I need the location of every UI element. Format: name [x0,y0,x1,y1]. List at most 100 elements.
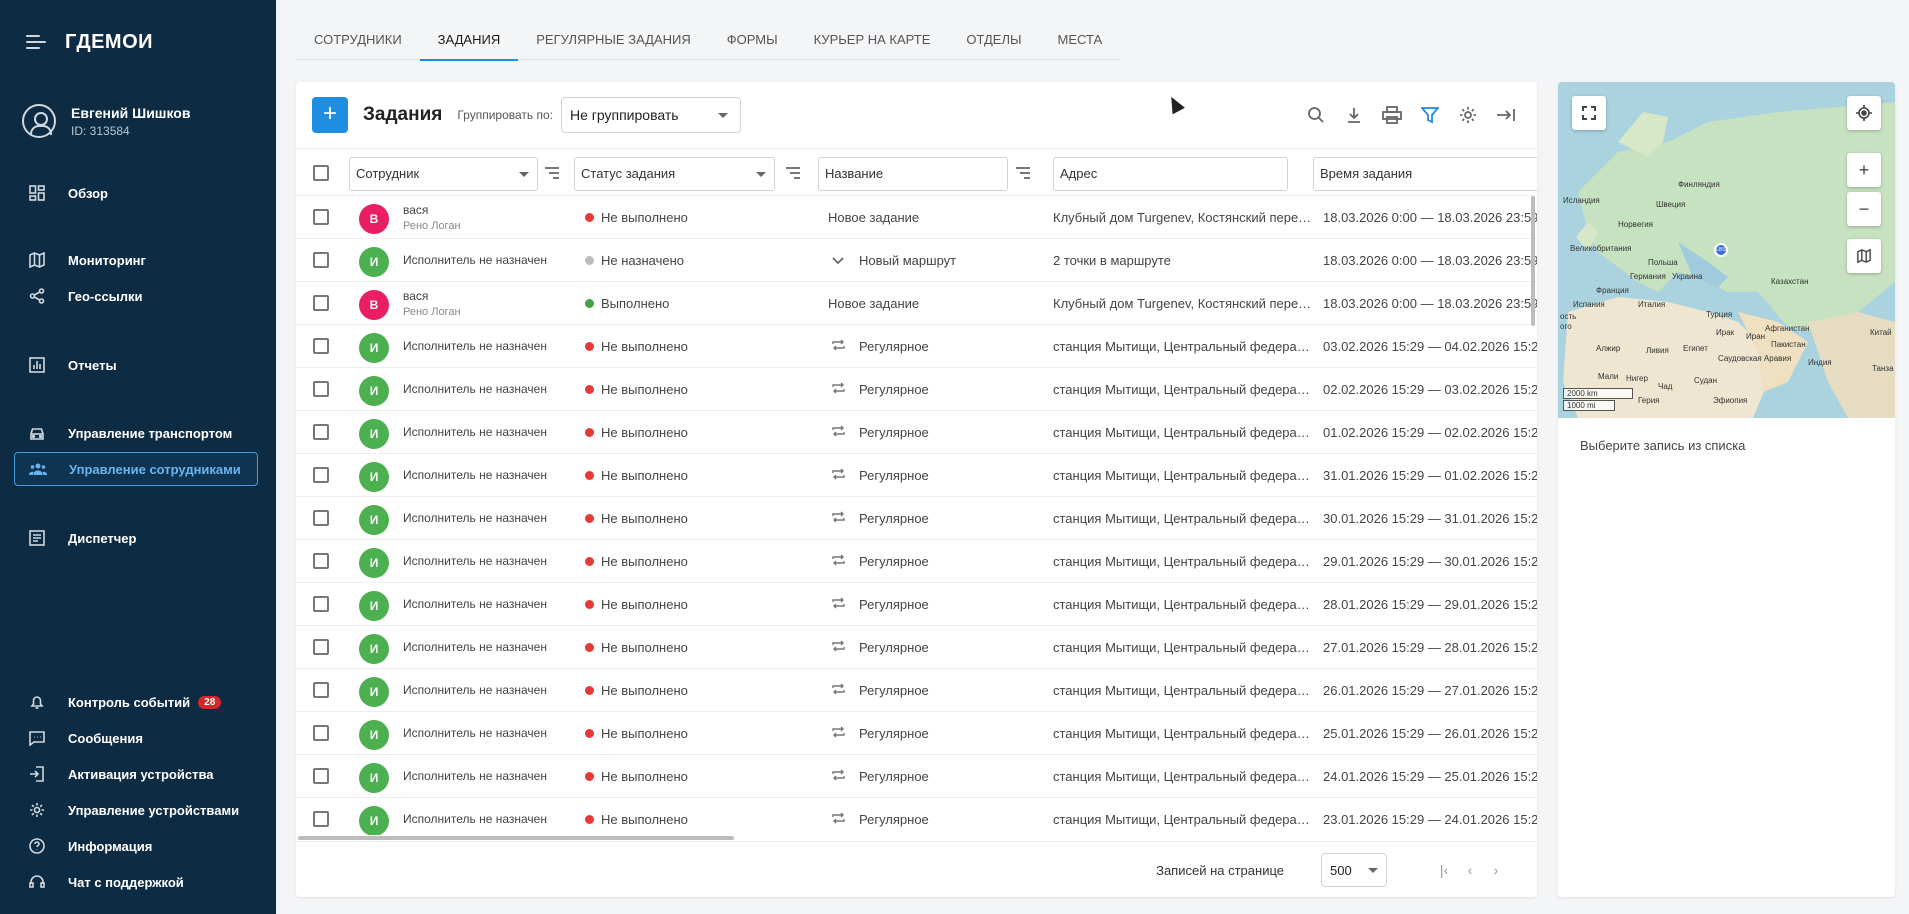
map-layers-icon[interactable] [1847,239,1881,273]
table-row[interactable]: И Исполнитель не назначен Не выполнено Регу… [296,454,1537,497]
zoom-in-icon[interactable]: + [1847,153,1881,187]
table-row[interactable]: И Исполнитель не назначен Не выполнено Регу… [296,540,1537,583]
tab-courier-map[interactable]: Курьер на карте [796,20,949,60]
group-by-select[interactable]: Не группировать [561,97,741,133]
row-checkbox[interactable] [313,639,329,655]
car-icon [28,424,46,442]
tab-forms[interactable]: Формы [709,20,796,60]
sidebar-item-events[interactable]: Контроль событий 28 [14,685,258,719]
tab-regular-tasks[interactable]: Регулярные задания [518,20,709,60]
add-task-button[interactable]: + [312,97,348,133]
user-profile[interactable]: Евгений Шишков ID: 313584 [0,89,276,153]
task-name: Регулярное [859,597,929,612]
row-checkbox[interactable] [313,381,329,397]
sidebar-item-info[interactable]: Информация [14,829,258,863]
table-row[interactable]: И Исполнитель не назначен Не выполнено Регу… [296,325,1537,368]
column-address-label: Адрес [1060,166,1098,181]
time-cell: 26.01.2026 15:29 — 27.01.2026 15:28 [1323,683,1537,698]
row-checkbox[interactable] [313,510,329,526]
row-checkbox[interactable] [313,596,329,612]
status-filter[interactable]: Статус задания [574,157,775,191]
table-row[interactable]: Ввася Рено Логан Не выполнено Новое задание… [296,196,1537,239]
table-row[interactable]: И Исполнитель не назначен Не выполнено Регу… [296,626,1537,669]
row-checkbox[interactable] [313,811,329,827]
sidebar-item-employees[interactable]: Управление сотрудниками [14,452,258,486]
sidebar-item-overview[interactable]: Обзор [14,176,258,210]
search-icon[interactable] [1305,104,1327,126]
row-checkbox[interactable] [313,252,329,268]
sort-icon[interactable] [1016,167,1030,179]
name-filter[interactable]: Название [818,157,1008,191]
tab-places[interactable]: Места [1040,20,1121,60]
table-row[interactable]: И Исполнитель не назначен Не выполнено Регу… [296,712,1537,755]
zoom-out-icon[interactable]: − [1847,192,1881,226]
select-all-checkbox[interactable] [313,165,329,181]
table-row[interactable]: И Исполнитель не назначен Не выполнено Регу… [296,583,1537,626]
logo[interactable]: ГДЕМОИ [65,31,153,54]
employee-filter[interactable]: Сотрудник [349,157,538,191]
table-row[interactable]: И Исполнитель не назначен Не выполнено Регу… [296,411,1537,454]
table-row[interactable]: Ввася Рено Логан Выполнено Новое задание Клу… [296,282,1537,325]
rows-per-page-select[interactable]: 500 [1321,853,1387,887]
location-marker[interactable]: LBS [1714,243,1728,257]
row-checkbox[interactable] [313,725,329,741]
collapse-panel-icon[interactable] [1495,104,1517,126]
row-checkbox[interactable] [313,682,329,698]
sidebar-item-device-management[interactable]: Управление устройствами [14,793,258,827]
map-label: Польша [1648,258,1678,267]
employee-cell: Исполнитель не назначен [403,425,547,439]
sidebar-item-device-activation[interactable]: Активация устройства [14,757,258,791]
sort-icon[interactable] [786,167,800,179]
map-label: Египет [1683,344,1708,353]
map[interactable]: Финляндия Исландия Швеция Норвегия Велик… [1558,82,1895,418]
filter-icon[interactable] [1419,104,1441,126]
row-checkbox[interactable] [313,553,329,569]
sidebar-item-transport[interactable]: Управление транспортом [14,416,258,450]
sidebar-item-monitoring[interactable]: Мониторинг [14,243,258,277]
vertical-scrollbar[interactable] [1531,196,1535,326]
table-row[interactable]: И Исполнитель не назначен Не выполнено Регу… [296,368,1537,411]
row-checkbox[interactable] [313,209,329,225]
task-name: Регулярное [859,812,929,827]
sidebar-item-dispatcher[interactable]: Диспетчер [14,521,258,555]
tab-tasks[interactable]: Задания [419,20,519,61]
sidebar-item-reports[interactable]: Отчеты [14,348,258,382]
fullscreen-icon[interactable] [1572,96,1606,130]
row-checkbox[interactable] [313,338,329,354]
avatar: И [359,548,389,578]
table-row[interactable]: И Исполнитель не назначен Не выполнено Регу… [296,755,1537,798]
settings-icon[interactable] [1457,104,1479,126]
row-checkbox[interactable] [313,295,329,311]
avatar: И [359,505,389,535]
print-icon[interactable] [1381,104,1403,126]
employee-name: Исполнитель не назначен [403,726,547,740]
employee-cell: Исполнитель не назначен [403,683,547,697]
avatar: И [359,247,389,277]
locate-icon[interactable] [1847,96,1881,130]
table-row[interactable]: И Исполнитель не назначен Не назначено Новы… [296,239,1537,282]
menu-collapse-icon[interactable] [26,34,48,50]
sidebar-item-geo-links[interactable]: Гео-ссылки [14,279,258,313]
status-dot-icon [585,557,594,566]
prev-page-icon[interactable]: ‹ [1459,862,1481,878]
time-filter[interactable]: Время задания [1313,157,1537,191]
next-page-icon[interactable]: › [1485,862,1507,878]
address-filter[interactable]: Адрес [1053,157,1288,191]
row-checkbox[interactable] [313,424,329,440]
chevron-down-icon[interactable] [830,253,846,268]
repeat-icon [830,554,846,569]
table-row[interactable]: И Исполнитель не назначен Не выполнено Регу… [296,798,1537,835]
address-cell: Клубный дом Turgenev, Костянский переуло… [1053,210,1313,225]
sidebar-item-support-chat[interactable]: Чат с поддержкой [14,865,258,899]
table-row[interactable]: И Исполнитель не назначен Не выполнено Регу… [296,497,1537,540]
download-icon[interactable] [1343,104,1365,126]
table-row[interactable]: И Исполнитель не назначен Не выполнено Регу… [296,669,1537,712]
tab-departments[interactable]: Отделы [948,20,1039,60]
row-checkbox[interactable] [313,768,329,784]
first-page-icon[interactable]: |‹ [1433,862,1455,878]
tab-employees[interactable]: Сотрудники [296,20,420,60]
horizontal-scrollbar[interactable] [298,836,734,840]
sidebar-item-messages[interactable]: Сообщения [14,721,258,755]
row-checkbox[interactable] [313,467,329,483]
sort-icon[interactable] [545,167,559,179]
